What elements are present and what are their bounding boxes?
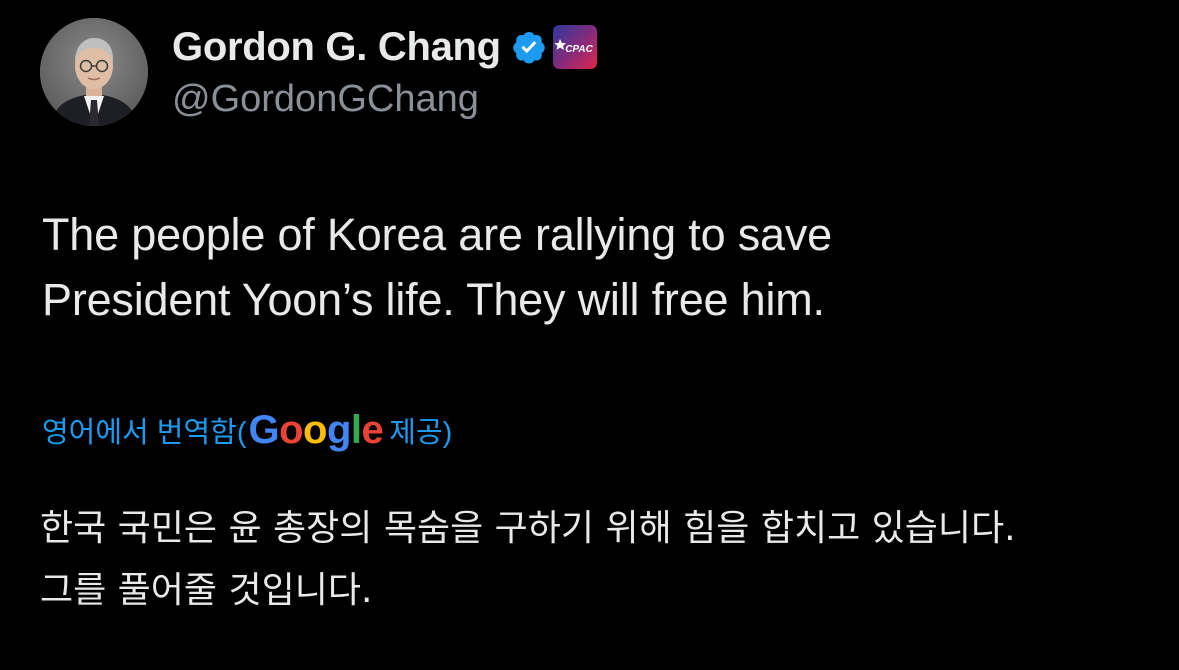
tweet-text: The people of Korea are rallying to save… (42, 202, 1042, 332)
tweet-text-line: President Yoon’s life. They will free hi… (42, 274, 825, 325)
google-letter: o (303, 407, 327, 452)
google-letter: g (326, 407, 351, 452)
google-letter: o (279, 407, 304, 452)
translated-text: 한국 국민은 윤 총장의 목숨을 구하기 위해 힘을 합치고 있습니다. 그를 … (40, 498, 1160, 622)
translation-prefix: 영어에서 번역함( (42, 417, 247, 449)
verified-badge-icon[interactable] (511, 29, 547, 65)
author-avatar[interactable] (40, 18, 148, 126)
google-letter: l (350, 407, 362, 452)
author-display-name[interactable]: Gordon G. Chang (172, 25, 501, 70)
google-logo: Google (248, 408, 383, 453)
cpac-badge-icon[interactable]: CPAC (552, 25, 597, 69)
google-letter: e (361, 407, 384, 452)
cpac-badge-text: CPAC (565, 44, 593, 55)
google-letter: G (248, 407, 280, 452)
translation-suffix: 제공) (389, 417, 453, 449)
translation-attribution[interactable]: 영어에서 번역함( Google 제공) (42, 402, 452, 458)
tweet-text-line: The people of Korea are rallying to save (42, 209, 832, 260)
translated-text-line: 그를 풀어줄 것입니다. (40, 570, 373, 611)
author-handle[interactable]: @GordonGChang (172, 78, 479, 121)
translated-text-line: 한국 국민은 윤 총장의 목숨을 구하기 위해 힘을 합치고 있습니다. (40, 508, 1016, 549)
author-name-row: Gordon G. Chang CPAC (172, 22, 597, 72)
